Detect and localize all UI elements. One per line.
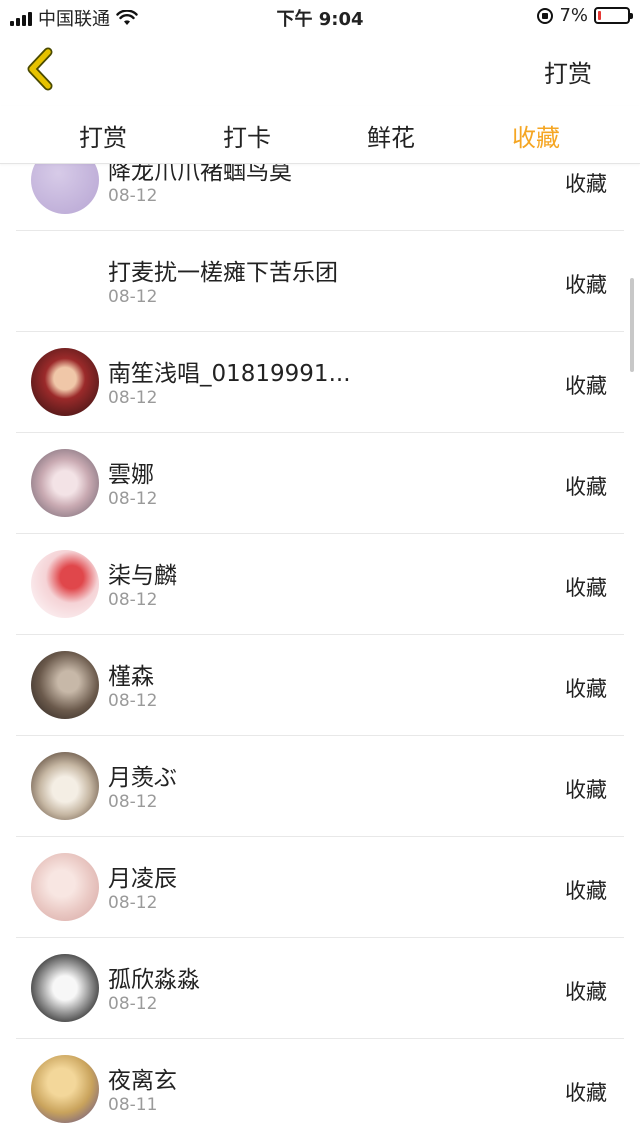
list-item[interactable]: 月凌辰 08-12 收藏 bbox=[0, 837, 640, 938]
user-name: 打麦扰一槎瘫下苦乐团 bbox=[108, 260, 338, 286]
user-name: 月凌辰 bbox=[108, 866, 177, 892]
list-item[interactable]: 月羡ぶ 08-12 收藏 bbox=[0, 736, 640, 837]
battery-percent: 7% bbox=[559, 5, 588, 26]
rotation-lock-icon bbox=[537, 7, 554, 24]
list-item[interactable]: 槿森 08-12 收藏 bbox=[0, 635, 640, 736]
tab-collect[interactable]: 收藏 bbox=[512, 118, 560, 153]
avatar bbox=[31, 1055, 99, 1123]
date: 08-12 bbox=[108, 691, 158, 711]
date: 08-11 bbox=[108, 1095, 158, 1115]
back-button[interactable] bbox=[20, 46, 64, 92]
list-item[interactable]: 孤欣淼淼 08-12 收藏 bbox=[0, 938, 640, 1039]
tab-reward[interactable]: 打赏 bbox=[79, 118, 127, 153]
status-label: 收藏 bbox=[565, 374, 607, 398]
user-name: 柒与麟 bbox=[108, 563, 177, 589]
user-name: 槿森 bbox=[108, 664, 154, 690]
date: 08-12 bbox=[108, 590, 158, 610]
avatar bbox=[31, 853, 99, 921]
collect-list: 降龙爪爪褚蝈鸟莫 08-12 收藏 打麦扰一槎瘫下苦乐团 08-12 收藏 南笙… bbox=[0, 130, 640, 1138]
date: 08-12 bbox=[108, 388, 158, 408]
user-name: 夜离玄 bbox=[108, 1068, 177, 1094]
battery-fill bbox=[598, 11, 601, 20]
date: 08-12 bbox=[108, 186, 158, 206]
status-label: 收藏 bbox=[565, 980, 607, 1004]
tab-checkin[interactable]: 打卡 bbox=[223, 118, 271, 153]
status-label: 收藏 bbox=[565, 576, 607, 600]
tab-flowers[interactable]: 鲜花 bbox=[367, 118, 415, 153]
nav-bar: 打赏 bbox=[0, 34, 640, 106]
avatar bbox=[31, 752, 99, 820]
status-label: 收藏 bbox=[565, 475, 607, 499]
status-right: 7% bbox=[537, 5, 633, 26]
tab-bar: 打赏 打卡 鲜花 收藏 bbox=[0, 106, 640, 164]
avatar bbox=[31, 651, 99, 719]
date: 08-12 bbox=[108, 489, 158, 509]
avatar bbox=[31, 954, 99, 1022]
user-name: 月羡ぶ bbox=[108, 765, 177, 791]
chevron-left-icon bbox=[27, 47, 53, 91]
user-name: 南笙浅唱_01819991... bbox=[108, 361, 351, 387]
status-bar: 中国联通 下午 9:04 7% bbox=[0, 0, 640, 34]
date: 08-12 bbox=[108, 893, 158, 913]
list-item[interactable]: 打麦扰一槎瘫下苦乐团 08-12 收藏 bbox=[0, 231, 640, 332]
avatar bbox=[31, 348, 99, 416]
status-label: 收藏 bbox=[565, 879, 607, 903]
date: 08-12 bbox=[108, 792, 158, 812]
avatar bbox=[31, 449, 99, 517]
list-item[interactable]: 柒与麟 08-12 收藏 bbox=[0, 534, 640, 635]
list-item[interactable]: 雲娜 08-12 收藏 bbox=[0, 433, 640, 534]
status-label: 收藏 bbox=[565, 1081, 607, 1105]
user-name: 孤欣淼淼 bbox=[108, 967, 200, 993]
date: 08-12 bbox=[108, 287, 158, 307]
avatar bbox=[31, 550, 99, 618]
status-label: 收藏 bbox=[565, 778, 607, 802]
battery-icon bbox=[594, 7, 633, 24]
list-item[interactable]: 南笙浅唱_01819991... 08-12 收藏 bbox=[0, 332, 640, 433]
status-label: 收藏 bbox=[565, 273, 607, 297]
reward-button[interactable]: 打赏 bbox=[544, 54, 592, 89]
date: 08-12 bbox=[108, 994, 158, 1014]
status-label: 收藏 bbox=[565, 677, 607, 701]
status-label: 收藏 bbox=[565, 172, 607, 196]
user-name: 雲娜 bbox=[108, 462, 154, 488]
scrollbar[interactable] bbox=[630, 278, 634, 372]
list-item[interactable]: 夜离玄 08-11 收藏 bbox=[0, 1039, 640, 1138]
